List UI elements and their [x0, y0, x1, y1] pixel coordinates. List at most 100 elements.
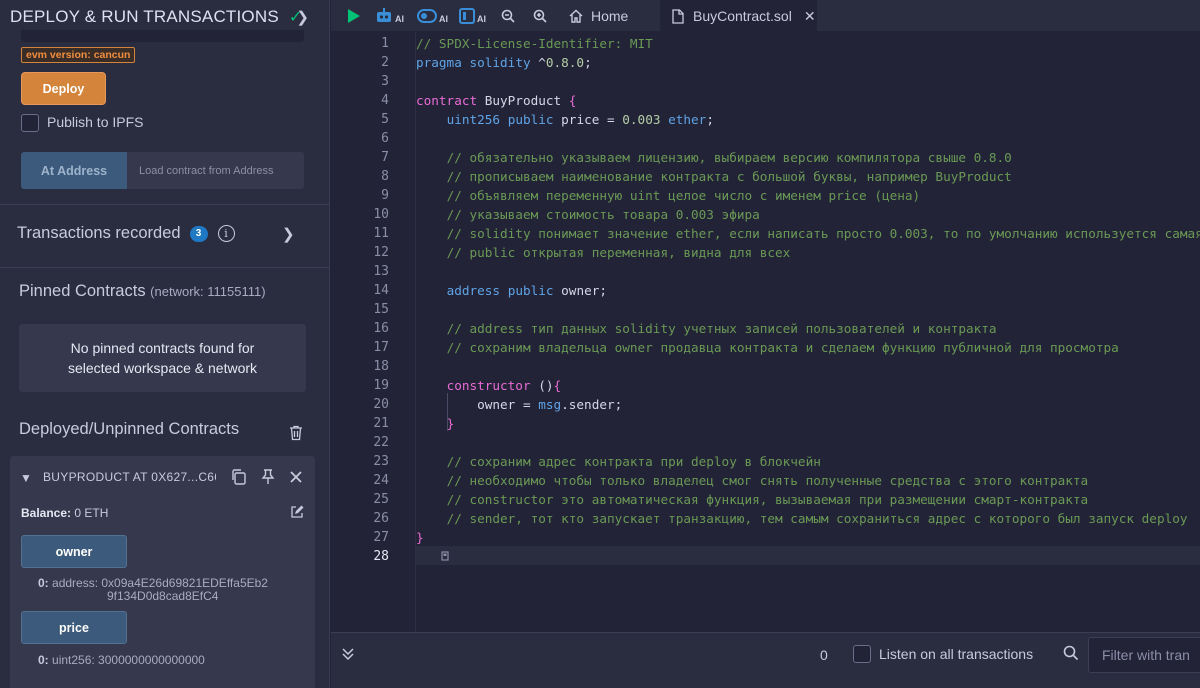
pin-icon[interactable] — [258, 467, 278, 487]
ai-chat-button[interactable]: AI — [459, 0, 486, 32]
chevron-right-icon[interactable]: ❯ — [296, 8, 309, 26]
line-number: 21 — [373, 416, 389, 431]
at-address-button[interactable]: At Address — [21, 152, 127, 189]
code-line[interactable]: // объявляем переменную uint целое число… — [416, 186, 921, 205]
close-icon[interactable] — [286, 467, 306, 487]
no-pinned-line1: No pinned contracts found for — [70, 340, 255, 356]
transactions-count-badge: 3 — [189, 225, 208, 242]
line-number: 24 — [373, 473, 389, 488]
filter-input[interactable]: Filter with tran — [1088, 637, 1200, 673]
divider — [0, 267, 329, 268]
code-line[interactable]: } — [416, 414, 455, 433]
code-line[interactable]: // public открытая переменная, видна для… — [416, 243, 791, 262]
code-line[interactable]: // необходимо чтобы только владелец смог… — [416, 471, 1089, 490]
current-line-highlight — [416, 546, 1200, 565]
code-line[interactable]: // прописываем наименование контракта с … — [416, 167, 1012, 186]
ai-assistant-button[interactable]: AI — [375, 0, 404, 32]
ai-icon — [459, 8, 475, 24]
ai-label: AI — [395, 14, 404, 24]
no-pinned-line2: selected workspace & network — [67, 360, 258, 376]
code-line[interactable]: pragma solidity ^0.8.0; — [416, 53, 592, 72]
line-number: 19 — [373, 378, 389, 393]
owner-output-value: address: 0x09a4E26d69821EDEffa5Eb2 — [52, 576, 268, 590]
play-icon — [348, 9, 360, 23]
listen-all-label: Listen on all transactions — [879, 646, 1034, 662]
price-function-button[interactable]: price — [21, 611, 127, 644]
line-number: 13 — [373, 264, 389, 279]
no-pinned-message: No pinned contracts found for selected w… — [19, 324, 306, 392]
code-line[interactable]: // sender, тот кто запускает транзакцию,… — [416, 509, 1188, 528]
code-editor[interactable]: 1 2 3 4 5 6 7 8 9 10 11 12 13 14 15 16 17 18 19 20 21 22 23 24 2… — [331, 32, 1200, 632]
pinned-network: (network: 11155111) — [150, 284, 266, 299]
line-number: 27 — [373, 530, 389, 545]
copy-icon[interactable] — [229, 467, 249, 487]
search-icon[interactable] — [1063, 645, 1079, 661]
info-icon[interactable]: i — [217, 225, 235, 242]
pinned-contracts-title: Pinned Contracts (network: 11155111) — [19, 282, 266, 301]
deploy-button[interactable]: Deploy — [21, 72, 106, 105]
publish-ipfs-checkbox[interactable] — [21, 114, 39, 132]
line-number: 14 — [373, 283, 389, 298]
divider — [0, 204, 329, 205]
line-number: 15 — [373, 302, 389, 317]
code-line[interactable]: // constructor это автоматическая функци… — [416, 490, 1089, 509]
line-number: 26 — [373, 511, 389, 526]
code-line[interactable]: } — [416, 528, 424, 547]
owner-function-button[interactable]: owner — [21, 535, 127, 568]
tab-buycontract[interactable]: BuyContract.sol ✕ — [660, 0, 817, 32]
code-line[interactable]: // обязательно указываем лицензию, выбир… — [416, 148, 1012, 167]
line-number: 8 — [381, 169, 389, 184]
transactions-recorded-label: Transactions recorded — [17, 224, 181, 242]
code-line[interactable]: // address тип данных solidity учетных з… — [416, 319, 997, 338]
line-number: 11 — [373, 226, 389, 241]
line-number: 5 — [381, 112, 389, 127]
listen-all-checkbox[interactable] — [853, 645, 871, 663]
code-line[interactable]: // SPDX-License-Identifier: MIT — [416, 34, 653, 53]
code-line[interactable]: // solidity понимает значение ether, есл… — [416, 224, 1200, 243]
contract-name: BUYPRODUCT AT 0X627...C66F — [43, 470, 216, 484]
tab-file-label: BuyContract.sol — [693, 8, 792, 24]
line-number: 4 — [381, 93, 389, 108]
balance: Balance: 0 ETH — [21, 506, 108, 520]
line-number: 22 — [373, 435, 389, 450]
line-number: 2 — [381, 55, 389, 70]
owner-output-index: 0: — [38, 576, 49, 590]
line-number: 25 — [373, 492, 389, 507]
line-number: 12 — [373, 245, 389, 260]
constructor-input-stub[interactable] — [21, 30, 304, 42]
code-line[interactable]: // сохраним владельца owner продавца кон… — [416, 338, 1119, 357]
double-chevron-down-icon[interactable] — [341, 647, 355, 661]
zoom-out-icon — [501, 9, 515, 23]
pinned-title-text: Pinned Contracts — [19, 282, 146, 300]
zoom-out-button[interactable] — [501, 0, 515, 32]
line-number: 28 — [373, 549, 389, 564]
home-icon — [569, 9, 583, 23]
load-contract-input[interactable]: Load contract from Address — [127, 152, 304, 189]
deployed-contracts-title: Deployed/Unpinned Contracts — [19, 420, 240, 438]
chevron-right-icon[interactable]: ❯ — [282, 225, 295, 243]
close-icon[interactable]: ✕ — [804, 8, 816, 25]
chevron-down-icon[interactable]: ▼ — [20, 471, 32, 485]
code-line[interactable]: uint256 public price = 0.003 ether; — [416, 110, 714, 129]
tab-home-label: Home — [591, 8, 629, 24]
code-line[interactable]: owner = msg.sender; — [416, 395, 622, 414]
line-number: 7 — [381, 150, 389, 165]
code-line[interactable]: // указываем стоимость товара 0.003 эфир… — [416, 205, 760, 224]
edit-icon[interactable] — [290, 505, 304, 519]
terminal-bar: 0 Listen on all transactions Filter with… — [331, 632, 1200, 688]
code-line[interactable]: contract BuyProduct { — [416, 91, 576, 110]
trash-icon[interactable] — [289, 425, 303, 441]
ai-label: AI — [439, 14, 448, 24]
zoom-in-button[interactable] — [533, 0, 547, 32]
code-line[interactable]: constructor (){ — [416, 376, 562, 395]
pending-count: 0 — [820, 647, 828, 663]
line-number: 1 — [381, 36, 389, 51]
code-line[interactable]: // сохраним адрес контракта при deploy в… — [416, 452, 821, 471]
transactions-recorded-row[interactable]: Transactions recorded 3 i — [17, 224, 235, 243]
run-button[interactable] — [347, 0, 361, 32]
panel-title: DEPLOY & RUN TRANSACTIONS — [10, 7, 279, 26]
ai-toggle[interactable]: AI — [417, 0, 448, 32]
line-number: 9 — [381, 188, 389, 203]
code-line[interactable]: address public owner; — [416, 281, 607, 300]
tab-home[interactable]: Home — [561, 0, 660, 32]
